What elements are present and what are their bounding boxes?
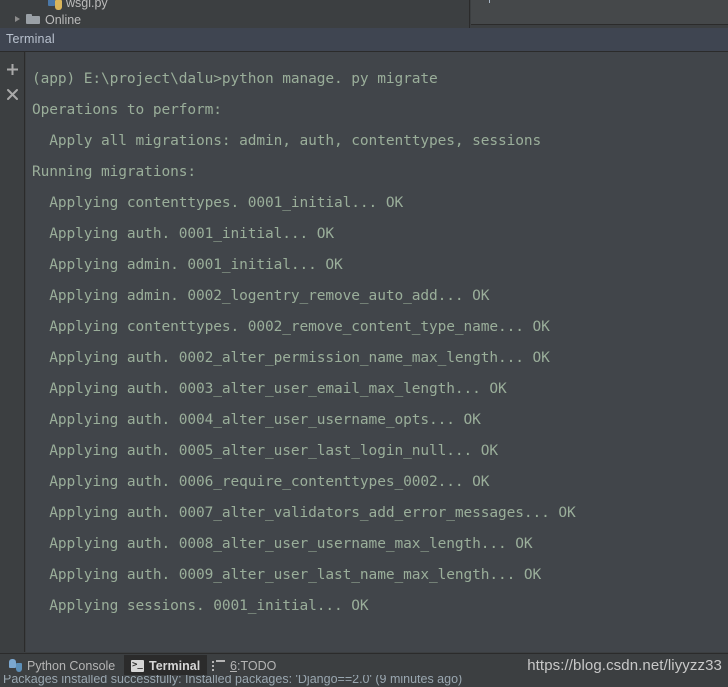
- terminal-line: Applying contenttypes. 0002_remove_conte…: [32, 319, 550, 335]
- terminal-line: Applying auth. 0002_alter_permission_nam…: [32, 350, 550, 366]
- status-tab-label: Python Console: [27, 658, 116, 673]
- tree-item-label: wsgi.py: [66, 0, 108, 10]
- terminal-icon: [131, 659, 144, 672]
- editor-pane: [471, 0, 728, 25]
- todo-list-icon: [212, 660, 225, 671]
- project-tree-strip: wsgi.py Online: [0, 0, 728, 28]
- tree-item-wsgi[interactable]: wsgi.py: [48, 0, 108, 11]
- terminal-line: Applying auth. 0008_alter_user_username_…: [32, 536, 533, 552]
- terminal-output: (app) E:\project\dalu>python manage. py …: [26, 52, 728, 622]
- python-file-icon: [48, 0, 62, 10]
- pycharm-window: wsgi.py Online Terminal (app) E:\project…: [0, 0, 728, 687]
- terminal-line: Applying auth. 0001_initial... OK: [32, 226, 335, 242]
- terminal-line: (app) E:\project\dalu>python manage. py …: [32, 71, 438, 87]
- editor-caret: [489, 0, 490, 3]
- terminal-line: Applying admin. 0002_logentry_remove_aut…: [32, 288, 490, 304]
- python-console-icon: [9, 659, 22, 672]
- terminal-line: Applying contenttypes. 0001_initial... O…: [32, 195, 404, 211]
- chevron-right-icon[interactable]: [12, 13, 25, 26]
- terminal-line: Operations to perform:: [32, 102, 222, 118]
- terminal-line: Applying sessions. 0001_initial... OK: [32, 598, 369, 614]
- terminal-line: Apply all migrations: admin, auth, conte…: [32, 133, 542, 149]
- tool-window-title: Terminal: [6, 32, 55, 46]
- terminal-tool-window-header: Terminal: [0, 28, 728, 52]
- terminal-line: Applying admin. 0001_initial... OK: [32, 257, 343, 273]
- todo-count: 6: [230, 658, 237, 673]
- terminal-line: Applying auth. 0004_alter_user_username_…: [32, 412, 481, 428]
- terminal-console[interactable]: (app) E:\project\dalu>python manage. py …: [26, 52, 728, 652]
- terminal-line: Applying auth. 0003_alter_user_email_max…: [32, 381, 507, 397]
- terminal-side-toolbar: [0, 52, 25, 652]
- status-tab-label: TODO: [240, 658, 277, 673]
- terminal-line: Applying auth. 0005_alter_user_last_logi…: [32, 443, 499, 459]
- status-tab-label: Terminal: [149, 658, 201, 673]
- close-session-button[interactable]: [3, 85, 22, 104]
- terminal-line: Applying auth. 0007_alter_validators_add…: [32, 505, 576, 521]
- folder-icon: [26, 13, 41, 26]
- status-tab-python-console[interactable]: Python Console: [2, 655, 122, 676]
- status-tab-todo[interactable]: 6 : TODO: [205, 655, 283, 676]
- notification-message: Packages installed successfully: Install…: [3, 675, 463, 686]
- watermark-url: https://blog.csdn.net/liyyzz33: [527, 657, 722, 674]
- terminal-line: Running migrations:: [32, 164, 196, 180]
- tree-item-label: Online: [45, 12, 82, 27]
- new-session-button[interactable]: [3, 60, 22, 79]
- terminal-line: Applying auth. 0006_require_contenttypes…: [32, 474, 490, 490]
- status-tab-terminal[interactable]: Terminal: [124, 655, 208, 676]
- terminal-line: Applying auth. 0009_alter_user_last_name…: [32, 567, 542, 583]
- notification-strip: Packages installed successfully: Install…: [0, 675, 728, 687]
- tree-item-online[interactable]: Online: [12, 11, 81, 28]
